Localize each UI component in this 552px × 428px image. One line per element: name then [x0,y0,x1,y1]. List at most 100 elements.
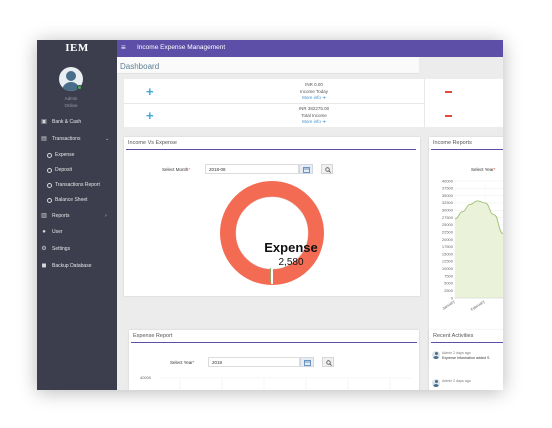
search-button[interactable] [321,164,333,174]
activity-meta: Admin 2 days ago [442,351,471,355]
expense-donut-chart[interactable] [219,180,325,286]
panel-title: Recent Activities [433,333,474,339]
sidebar-item-transactions[interactable]: ▤ Transactions ⌄ [37,133,117,145]
sidebar-item-deposit[interactable]: Deposit [37,164,117,176]
donut-label: Expense [264,240,318,255]
divider [124,103,424,104]
select-year-label: Select Year* [471,167,496,172]
app-logo: IEM [65,42,89,54]
minus-icon[interactable] [445,91,452,93]
avatar [432,351,440,359]
activity-item[interactable]: Admin 2 days ago Expense Information add… [432,351,502,365]
income-vs-expense-panel: Income Vs Expense Select Month* 2018-08 … [124,137,420,296]
y-tick-label: 17500 [442,244,454,249]
minus-icon[interactable] [445,115,452,117]
expense-chart-grid [159,377,411,390]
gear-icon: ⚙ [41,246,47,252]
app-title: Income Expense Management [137,44,226,51]
sidebar-item-label: Settings [52,246,71,252]
divider [424,79,425,127]
bank-icon: ▣ [41,119,47,125]
circle-icon [47,152,52,158]
more-info-link[interactable]: More info ➔ [264,95,364,102]
more-info-link[interactable]: More info ➔ [264,119,364,126]
user-name: Admin [64,96,78,101]
plus-icon[interactable]: + [146,109,154,122]
database-icon: ◼ [41,263,47,269]
sidebar-item-label: Bank & Cash [52,119,82,125]
calendar-button[interactable] [299,164,313,174]
y-tick-label: 37500 [442,186,454,191]
page-header: Dashboard [117,57,419,74]
sidebar-item-label: Transactions [52,136,81,142]
sidebar-item-user[interactable]: ● User [37,226,117,238]
menu-toggle-icon[interactable]: ≡ [121,43,126,52]
y-tick-label: 25000 [442,222,454,227]
y-tick-label: 30000 [442,208,454,213]
y-tick-label: 5000 [444,281,454,286]
circle-icon [47,167,52,173]
sidebar-item-balance-sheet[interactable]: Balance Sheet [37,194,117,206]
y-tick-label: 7500 [444,273,454,278]
sidebar-item-label: Balance Sheet [55,197,88,203]
panel-rule [431,149,503,150]
circle-icon [47,182,52,188]
donut-value: 2,580 [278,257,304,268]
panel-title: Income Vs Expense [128,140,177,146]
x-tick-label: January [441,299,456,311]
select-month-label: Select Month* [162,167,191,172]
sidebar: IEM Admin Online ▣ Bank & Cash ▤ Transac… [37,40,117,390]
sidebar-item-label: Expense [55,152,75,158]
user-status: Online [64,103,78,108]
month-input[interactable]: 2018-08 [205,164,299,174]
sidebar-item-label: Transactions Report [55,182,100,188]
chevron-right-icon: › [105,213,107,219]
chevron-down-icon: ⌄ [105,136,110,142]
sidebar-item-bank-cash[interactable]: ▣ Bank & Cash [37,116,117,128]
sidebar-item-backup-database[interactable]: ◼ Backup Database [37,260,117,272]
y-tick-label: 10000 [442,266,454,271]
sidebar-item-label: Backup Database [52,263,92,269]
sidebar-item-transactions-report[interactable]: Transactions Report [37,179,117,191]
activity-message: Expense Information added S [442,356,490,360]
avatar [432,379,440,387]
y-tick-label: 22500 [442,229,454,234]
sidebar-item-label: Reports [52,213,70,219]
calendar-icon [303,167,310,173]
bar-chart-icon: ▥ [41,213,47,219]
panel-title: Expense Report [133,333,173,339]
sidebar-item-reports[interactable]: ▥ Reports › [37,210,117,222]
users-icon: ● [42,229,46,235]
panel-rule [431,342,503,343]
y-axis-top-label: 40000 [140,375,152,380]
panel-rule [131,342,417,343]
y-tick-label: 20000 [442,237,454,242]
y-tick-label: 12500 [442,259,454,264]
transactions-icon: ▤ [41,136,47,142]
x-tick-label: February [470,299,486,312]
year-input[interactable]: 2018 [208,357,300,367]
income-today-stat: INR 0.00 Income Today More info ➔ [264,82,364,102]
y-tick-label: 2500 [444,288,454,293]
activity-meta: Admin 2 days ago [442,379,471,383]
search-button[interactable] [322,357,334,367]
panel-rule [126,149,416,150]
calendar-icon [304,360,311,366]
donut-center-label: Expense 2,580 [251,241,331,268]
select-year-label: Select Year* [170,360,195,365]
y-tick-label: 35000 [442,193,454,198]
y-tick-label: 15000 [442,251,454,256]
search-icon [324,167,331,173]
stage: IEM Admin Online ▣ Bank & Cash ▤ Transac… [0,0,552,428]
calendar-button[interactable] [300,357,314,367]
expense-report-panel: Expense Report Select Year* 2018 40000 [129,330,419,390]
sidebar-item-settings[interactable]: ⚙ Settings [37,243,117,255]
circle-icon [47,197,52,203]
plus-icon[interactable]: + [146,85,154,98]
sidebar-item-label: Deposit [55,167,72,173]
online-status-dot [77,85,82,90]
activity-item[interactable]: Admin 2 days ago [432,379,502,390]
income-reports-panel: Income Reports Select Year* 0 2500 5000 750… [429,137,503,361]
top-navbar: ≡ Income Expense Management [117,40,503,57]
sidebar-item-expense[interactable]: Expense [37,149,117,161]
